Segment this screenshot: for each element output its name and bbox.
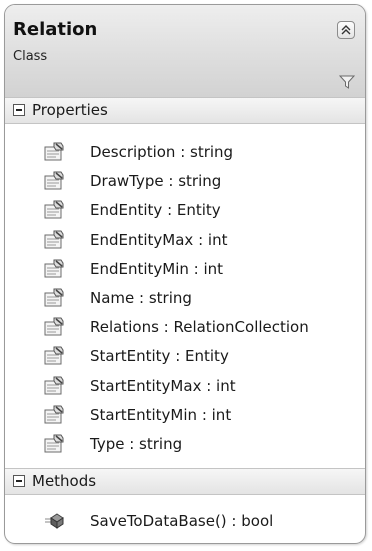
property-item-label: Description : string — [90, 143, 234, 161]
property-icon — [43, 405, 65, 425]
property-item-label: StartEntityMin : int — [90, 405, 232, 424]
property-icon — [43, 200, 65, 220]
property-item-label: EndEntityMax : int — [90, 230, 228, 249]
property-icon — [43, 259, 65, 279]
class-stereotype: Class — [13, 49, 48, 64]
method-item-label: SaveToDataBase() : bool — [90, 512, 274, 530]
property-item-label: DrawType : string — [90, 172, 222, 191]
method-icon — [43, 511, 65, 531]
property-item-label: StartEntity : Entity — [90, 347, 229, 366]
property-item-label: StartEntityMax : int — [90, 376, 236, 395]
class-header: Relation Class — [5, 5, 365, 98]
properties-section-label: Properties — [32, 101, 108, 119]
methods-section-label: Methods — [32, 472, 97, 490]
double-chevron-up-icon — [341, 25, 351, 35]
property-item-label: Relations : RelationCollection — [90, 318, 309, 337]
minus-box-icon[interactable] — [13, 475, 25, 487]
property-icon — [43, 376, 65, 396]
property-icon — [43, 346, 65, 366]
property-item-label: EndEntityMin : int — [90, 259, 224, 278]
minus-box-icon[interactable] — [13, 104, 25, 116]
filter-icon[interactable] — [339, 74, 355, 90]
property-icon — [43, 142, 65, 162]
property-icon — [43, 230, 65, 250]
property-item-label: Name : string — [90, 289, 192, 307]
properties-section-header[interactable]: Properties — [5, 97, 365, 124]
collapse-button[interactable] — [337, 21, 355, 39]
methods-section-header[interactable]: Methods — [5, 468, 365, 495]
property-icon — [43, 434, 65, 454]
property-item-label: Type : string — [90, 435, 183, 453]
class-title: Relation — [13, 19, 98, 40]
property-icon — [43, 317, 65, 337]
class-shape[interactable]: Relation Class Properties Description : … — [4, 4, 366, 544]
property-icon — [43, 288, 65, 308]
property-icon — [43, 171, 65, 191]
property-item-label: EndEntity : Entity — [90, 201, 221, 220]
